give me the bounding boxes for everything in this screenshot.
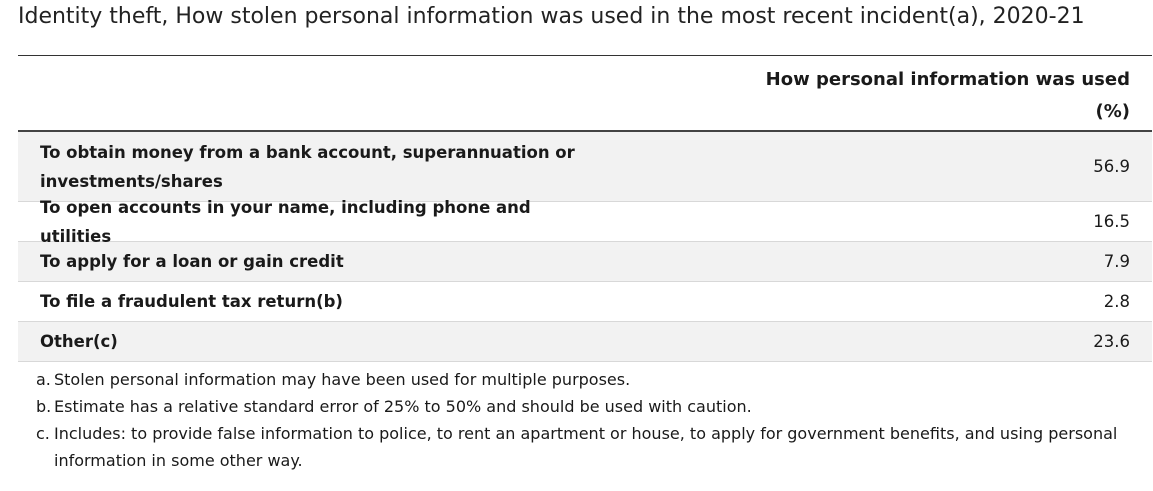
- table-row: To apply for a loan or gain credit 7.9: [18, 242, 1152, 282]
- footnote: a. Stolen personal information may have …: [36, 366, 1126, 393]
- row-label: Other(c): [40, 332, 118, 351]
- footnote: b. Estimate has a relative standard erro…: [36, 393, 1126, 420]
- table-row: Other(c) 23.6: [18, 322, 1152, 362]
- table-header: How personal information was used (%): [18, 56, 1152, 132]
- footnotes: a. Stolen personal information may have …: [36, 366, 1126, 474]
- row-value: 56.9: [1093, 157, 1130, 176]
- data-table: How personal information was used (%) To…: [18, 56, 1152, 362]
- footnote-text: Includes: to provide false information t…: [54, 424, 1118, 470]
- footnote-marker: b.: [36, 397, 52, 416]
- row-value: 16.5: [1093, 212, 1130, 231]
- column-header-line2: (%): [1095, 101, 1131, 122]
- page-title: Identity theft, How stolen personal info…: [18, 4, 1085, 29]
- row-value: 7.9: [1103, 252, 1130, 271]
- footnote: c. Includes: to provide false informatio…: [36, 420, 1126, 474]
- row-label: To file a fraudulent tax return(b): [40, 292, 343, 311]
- row-label: To apply for a loan or gain credit: [40, 252, 344, 271]
- column-header-line1: How personal information was used: [765, 69, 1130, 90]
- footnote-marker: a.: [36, 370, 51, 389]
- row-label: To obtain money from a bank account, sup…: [40, 142, 575, 191]
- footnote-text: Stolen personal information may have bee…: [54, 370, 631, 389]
- table-row: To open accounts in your name, including…: [18, 198, 1152, 246]
- table-row: To obtain money from a bank account, sup…: [18, 132, 1152, 202]
- row-value: 23.6: [1093, 332, 1130, 351]
- footnote-marker: c.: [36, 424, 50, 443]
- footnote-text: Estimate has a relative standard error o…: [54, 397, 752, 416]
- row-value: 2.8: [1103, 292, 1130, 311]
- table-row: To file a fraudulent tax return(b) 2.8: [18, 282, 1152, 322]
- column-header: How personal information was used (%): [710, 64, 1130, 128]
